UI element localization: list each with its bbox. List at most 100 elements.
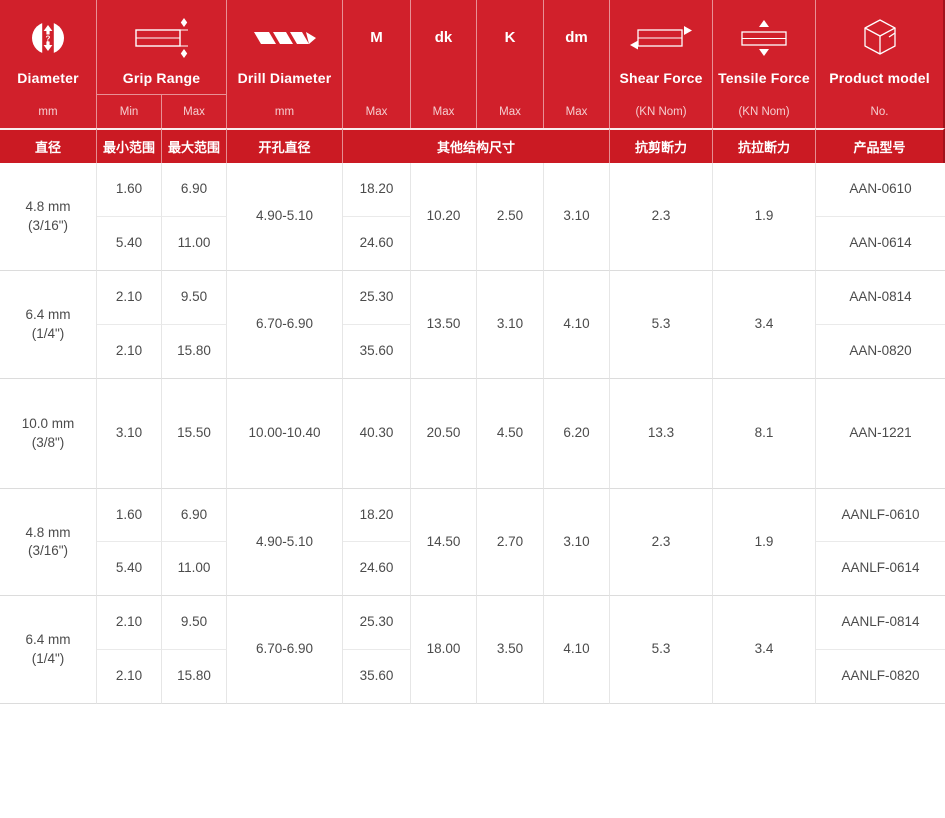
header-dm-label: dm bbox=[565, 29, 588, 46]
diameter-cell: 6.4 mm (1/4") bbox=[0, 596, 97, 704]
subheader-k-max: Max bbox=[477, 95, 544, 128]
header-dk-label: dk bbox=[435, 29, 453, 46]
grip-max-cell: 9.50 bbox=[162, 271, 227, 325]
header-drill-diameter-label: Drill Diameter bbox=[238, 70, 332, 86]
zh-header-diameter: 直径 bbox=[0, 128, 97, 163]
diameter-icon: ? bbox=[28, 9, 68, 66]
m-cell: 24.60 bbox=[343, 542, 411, 596]
diameter-value: 4.8 mm bbox=[25, 198, 70, 216]
zh-header-drill: 开孔直径 bbox=[227, 128, 343, 163]
model-cell: AAN-0614 bbox=[816, 217, 945, 271]
shear-cell: 2.3 bbox=[610, 163, 713, 271]
k-cell: 4.50 bbox=[477, 379, 544, 489]
header-grip-range-label: Grip Range bbox=[123, 70, 200, 86]
diameter-value: 6.4 mm bbox=[25, 631, 70, 649]
k-cell: 2.50 bbox=[477, 163, 544, 271]
zh-header-grip-min: 最小范围 bbox=[97, 128, 162, 163]
header-m-label: M bbox=[370, 29, 383, 46]
tensile-cell: 8.1 bbox=[713, 379, 816, 489]
product-box-icon bbox=[859, 9, 901, 66]
dk-cell: 14.50 bbox=[411, 489, 477, 596]
subheader-dk-max: Max bbox=[411, 95, 477, 128]
tensile-cell: 1.9 bbox=[713, 489, 816, 596]
shear-cell: 13.3 bbox=[610, 379, 713, 489]
grip-min-cell: 5.40 bbox=[97, 542, 162, 596]
dm-cell: 4.10 bbox=[544, 271, 610, 379]
grip-min-cell: 2.10 bbox=[97, 271, 162, 325]
grip-max-cell: 11.00 bbox=[162, 217, 227, 271]
tensile-cell: 3.4 bbox=[713, 596, 816, 704]
header-drill-diameter: Drill Diameter bbox=[227, 0, 343, 95]
header-diameter: ? Diameter bbox=[0, 0, 97, 95]
m-cell: 40.30 bbox=[343, 379, 411, 489]
grip-min-cell: 3.10 bbox=[97, 379, 162, 489]
grip-min-cell: 2.10 bbox=[97, 650, 162, 704]
drill-cell: 10.00-10.40 bbox=[227, 379, 343, 489]
diameter-cell: 4.8 mm (3/16") bbox=[0, 163, 97, 271]
grip-max-cell: 6.90 bbox=[162, 489, 227, 542]
drill-cell: 6.70-6.90 bbox=[227, 271, 343, 379]
tensile-cell: 1.9 bbox=[713, 163, 816, 271]
grip-range-icon bbox=[133, 9, 191, 66]
m-cell: 35.60 bbox=[343, 325, 411, 379]
m-cell: 18.20 bbox=[343, 163, 411, 217]
drill-cell: 6.70-6.90 bbox=[227, 596, 343, 704]
m-cell: 35.60 bbox=[343, 650, 411, 704]
diameter-cell: 6.4 mm (1/4") bbox=[0, 271, 97, 379]
drill-cell: 4.90-5.10 bbox=[227, 489, 343, 596]
tensile-cell: 3.4 bbox=[713, 271, 816, 379]
diameter-cell: 4.8 mm (3/16") bbox=[0, 489, 97, 596]
spec-table-page: ? Diameter Grip Range bbox=[0, 0, 945, 818]
grip-min-cell: 2.10 bbox=[97, 596, 162, 650]
subheader-product-no: No. bbox=[816, 95, 945, 128]
header-k: K bbox=[477, 0, 544, 95]
header-grip-range: Grip Range bbox=[97, 0, 227, 95]
zh-header-other-dims: 其他结构尺寸 bbox=[343, 128, 610, 163]
diameter-fraction: (3/8") bbox=[32, 434, 65, 452]
dm-cell: 6.20 bbox=[544, 379, 610, 489]
subheader-m-max: Max bbox=[343, 95, 411, 128]
header-product-model-label: Product model bbox=[829, 70, 930, 86]
subheader-tensile-unit: (KN Nom) bbox=[713, 95, 816, 128]
diameter-fraction: (3/16") bbox=[28, 542, 68, 560]
header-product-model: Product model bbox=[816, 0, 945, 95]
k-cell: 3.10 bbox=[477, 271, 544, 379]
m-cell: 18.20 bbox=[343, 489, 411, 542]
grip-max-cell: 11.00 bbox=[162, 542, 227, 596]
grip-min-cell: 2.10 bbox=[97, 325, 162, 379]
shear-force-icon bbox=[627, 9, 695, 66]
zh-header-shear: 抗剪断力 bbox=[610, 128, 713, 163]
grip-min-cell: 1.60 bbox=[97, 163, 162, 217]
grip-max-cell: 6.90 bbox=[162, 163, 227, 217]
diameter-value: 4.8 mm bbox=[25, 524, 70, 542]
zh-header-grip-max: 最大范围 bbox=[162, 128, 227, 163]
zh-header-tensile: 抗拉断力 bbox=[713, 128, 816, 163]
dk-cell: 18.00 bbox=[411, 596, 477, 704]
spec-table: ? Diameter Grip Range bbox=[0, 0, 945, 704]
grip-min-cell: 1.60 bbox=[97, 489, 162, 542]
header-shear-force: Shear Force bbox=[610, 0, 713, 95]
model-cell: AAN-1221 bbox=[816, 379, 945, 489]
drill-bit-icon bbox=[252, 9, 318, 66]
k-cell: 3.50 bbox=[477, 596, 544, 704]
dm-cell: 3.10 bbox=[544, 163, 610, 271]
grip-max-cell: 15.80 bbox=[162, 325, 227, 379]
model-cell: AANLF-0820 bbox=[816, 650, 945, 704]
model-cell: AANLF-0610 bbox=[816, 489, 945, 542]
shear-cell: 5.3 bbox=[610, 271, 713, 379]
grip-min-cell: 5.40 bbox=[97, 217, 162, 271]
header-k-label: K bbox=[505, 29, 516, 46]
model-cell: AANLF-0614 bbox=[816, 542, 945, 596]
model-cell: AAN-0610 bbox=[816, 163, 945, 217]
grip-max-cell: 15.80 bbox=[162, 650, 227, 704]
subheader-grip-max: Max bbox=[162, 95, 227, 128]
header-dm: dm bbox=[544, 0, 610, 95]
grip-max-cell: 9.50 bbox=[162, 596, 227, 650]
diameter-fraction: (1/4") bbox=[32, 325, 65, 343]
subheader-dm-max: Max bbox=[544, 95, 610, 128]
diameter-value: 6.4 mm bbox=[25, 306, 70, 324]
zh-header-product: 产品型号 bbox=[816, 128, 945, 163]
k-cell: 2.70 bbox=[477, 489, 544, 596]
diameter-value: 10.0 mm bbox=[22, 415, 75, 433]
header-m: M bbox=[343, 0, 411, 95]
